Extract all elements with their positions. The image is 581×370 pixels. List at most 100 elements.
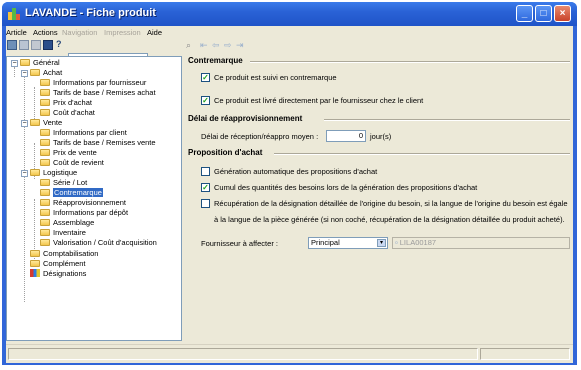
tree-node-prix-achat[interactable]: Prix d'achat [40,98,92,108]
folder-icon [30,69,40,76]
folder-icon [40,149,50,156]
section-divider [274,153,570,155]
menu-bar: Article Actions Navigation Impression Ai… [6,26,573,38]
tree-node-vente[interactable]: Vente [30,118,62,128]
tree-node-inventaire[interactable]: Inventaire [40,228,86,238]
section-title-contremarque: Contremarque [188,56,243,65]
fournisseur-select[interactable]: Principal ▾ [308,237,388,249]
previous-record-icon[interactable]: ⇦ [212,40,222,50]
folder-icon [20,59,30,66]
cumul-quantites-checkbox[interactable]: ✓ [201,183,210,192]
folder-icon [30,260,40,267]
delai-input[interactable]: 0 [326,130,366,142]
window-title: LAVANDE - Fiche produit [25,7,156,19]
link-icon: ▫ [395,238,398,247]
folder-icon [40,179,50,186]
close-button[interactable]: × [554,5,571,22]
tree-node-cout-achat[interactable]: Coût d'achat [40,108,95,118]
navigation-tree: − Général − Achat Informations par fourn… [6,56,182,341]
fournisseur-code-field: ▫ LILA00187 [392,237,570,249]
tree-node-tarifs-vente[interactable]: Tarifs de base / Remises vente [40,138,156,148]
section-divider [250,61,570,63]
folder-icon [30,119,40,126]
next-record-icon[interactable]: ⇨ [224,40,234,50]
tree-node-informations-fournisseur[interactable]: Informations par fournisseur [40,78,146,88]
generation-auto-checkbox[interactable] [201,167,210,176]
first-record-icon[interactable]: ⇤ [200,40,210,50]
tree-node-tarifs-achat[interactable]: Tarifs de base / Remises achat [40,88,156,98]
tree-node-designations[interactable]: Désignations [30,269,86,279]
tree-node-complement[interactable]: Complément [30,259,86,269]
menu-article[interactable]: Article [6,28,27,37]
minimize-button[interactable]: _ [516,5,533,22]
folder-icon [40,239,50,246]
folder-icon [40,229,50,236]
fournisseur-label: Fournisseur à affecter : [201,239,278,248]
recuperation-designation-checkbox[interactable] [201,199,210,208]
folder-icon [40,219,50,226]
client-area: Article Actions Navigation Impression Ai… [6,26,573,363]
help-icon[interactable]: ? [56,39,66,49]
tree-node-cout-revient[interactable]: Coût de revient [40,158,104,168]
livre-direct-label: Ce produit est livré directement par le … [214,96,424,105]
section-title-proposition: Proposition d'achat [188,148,263,157]
collapse-achat-icon[interactable]: − [21,70,28,77]
delete-record-icon[interactable] [31,40,41,50]
suivi-contremarque-checkbox[interactable]: ✓ [201,73,210,82]
tree-node-comptabilisation[interactable]: Comptabilisation [30,249,98,259]
tree-node-valorisation[interactable]: Valorisation / Coût d'acquisition [40,238,157,248]
folder-icon [40,159,50,166]
title-bar[interactable]: LAVANDE - Fiche produit _ □ × [2,2,577,26]
last-record-icon[interactable]: ⇥ [236,40,246,50]
folder-icon [40,189,50,196]
save-icon[interactable] [43,40,53,50]
new-record-icon[interactable] [7,40,17,50]
delai-unit: jour(s) [370,132,392,141]
menu-impression[interactable]: Impression [104,28,141,37]
tree-node-informations-depot[interactable]: Informations par dépôt [40,208,128,218]
menu-actions[interactable]: Actions [33,28,58,37]
tree-node-prix-vente[interactable]: Prix de vente [40,148,97,158]
folder-icon [40,89,50,96]
section-title-delai: Délai de réapprovisionnement [188,114,303,123]
folder-icon [40,79,50,86]
collapse-logistique-icon[interactable]: − [21,170,28,177]
tree-node-general[interactable]: Général [20,58,60,68]
folder-icon [40,209,50,216]
generation-auto-label: Génération automatique des propositions … [214,167,378,176]
folder-icon [40,99,50,106]
tree-node-assemblage[interactable]: Assemblage [40,218,94,228]
menu-navigation[interactable]: Navigation [62,28,97,37]
designations-icon [30,269,40,277]
collapse-vente-icon[interactable]: − [21,120,28,127]
recuperation-designation-label-line2: à la langue de la pièce générée (si non … [214,215,565,224]
chevron-down-icon[interactable]: ▾ [377,239,386,247]
tree-node-contremarque[interactable]: Contremarque [40,188,103,198]
folder-icon [40,129,50,136]
copy-record-icon[interactable] [19,40,29,50]
app-window: LAVANDE - Fiche produit _ □ × Article Ac… [2,2,577,365]
suivi-contremarque-label: Ce produit est suivi en contremarque [214,73,337,82]
folder-icon [30,169,40,176]
tree-node-reapprovisionnement[interactable]: Réapprovisionnement [40,198,126,208]
toolbar: ? LAVA00078 ⌕ ⇤ ⇦ ⇨ ⇥ [6,39,573,64]
delai-label: Délai de réception/réappro moyen : [201,132,319,141]
cumul-quantites-label: Cumul des quantités des besoins lors de … [214,183,478,192]
folder-icon [40,199,50,206]
menu-aide[interactable]: Aide [147,28,162,37]
status-cell-main [8,348,478,360]
tree-node-achat[interactable]: Achat [30,68,62,78]
folder-icon [30,250,40,257]
livre-direct-checkbox[interactable]: ✓ [201,96,210,105]
search-icon[interactable]: ⌕ [186,40,196,50]
maximize-button[interactable]: □ [535,5,552,22]
status-cell-secondary [480,348,570,360]
collapse-general-icon[interactable]: − [11,60,18,67]
folder-icon [40,109,50,116]
tree-node-informations-client[interactable]: Informations par client [40,128,127,138]
tree-node-serie-lot[interactable]: Série / Lot [40,178,87,188]
recuperation-designation-label-line1: Récupération de la désignation détaillée… [214,199,568,208]
tree-node-logistique[interactable]: Logistique [30,168,77,178]
section-divider [324,119,570,121]
folder-icon [40,139,50,146]
